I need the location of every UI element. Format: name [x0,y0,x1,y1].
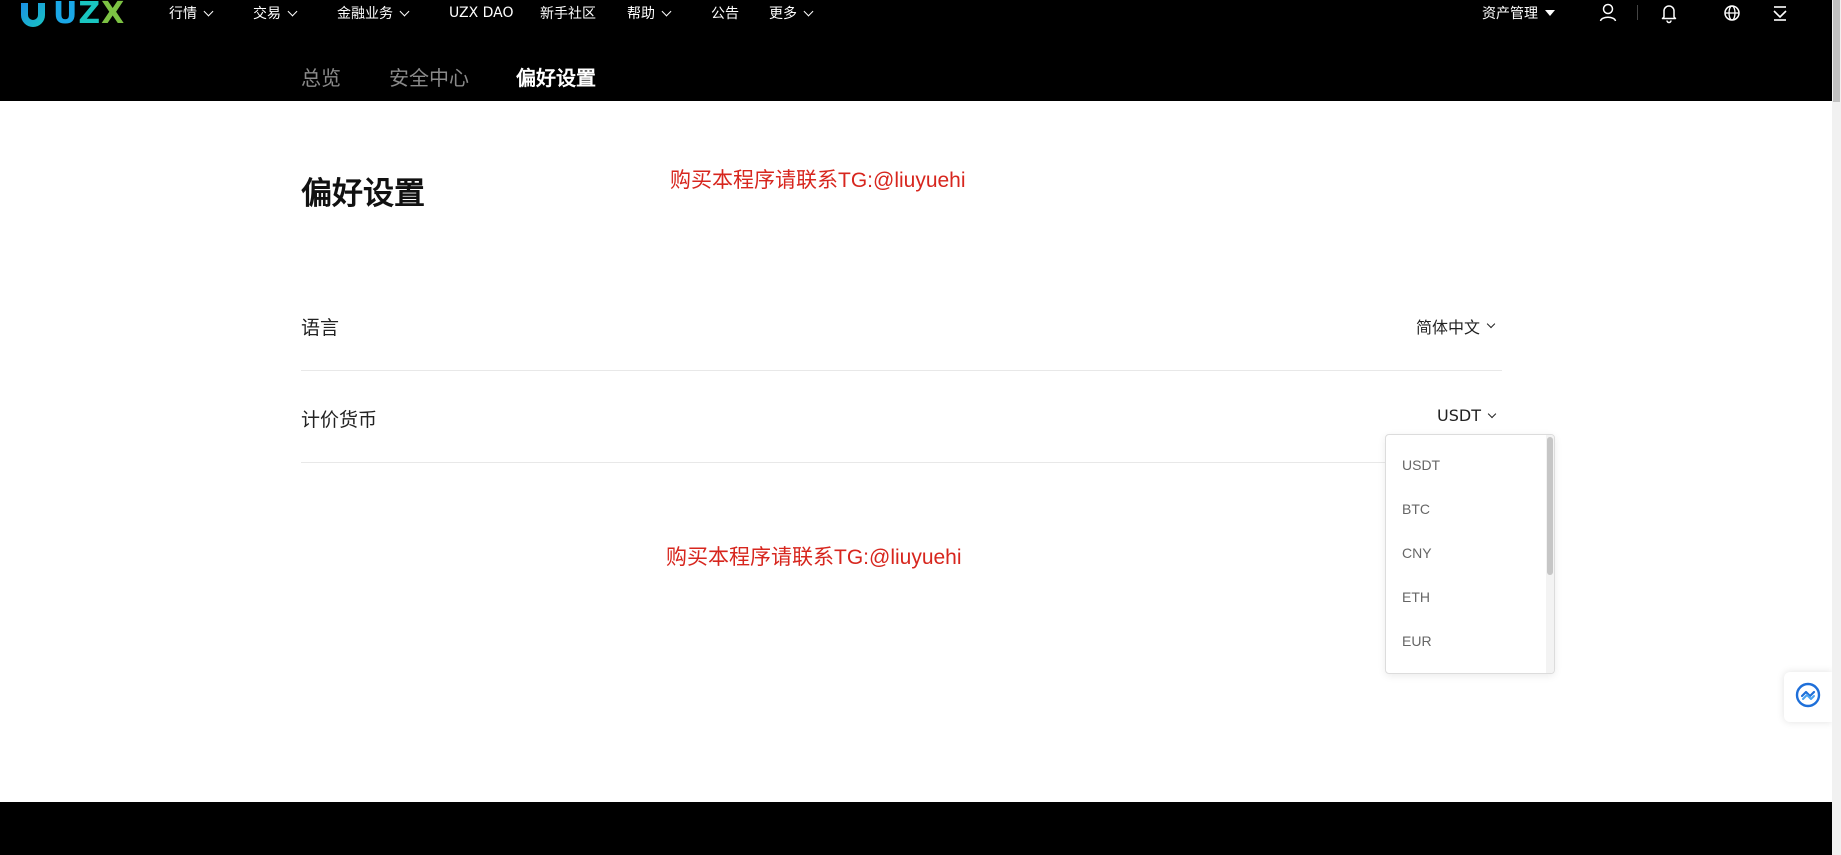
tab-security-center[interactable]: 安全中心 [389,62,469,91]
asset-management-label: 资产管理 [1482,6,1538,22]
tab-preferences[interactable]: 偏好设置 [516,62,596,91]
currency-select-value: USDT [1437,406,1481,425]
chevron-down-icon [287,6,298,16]
page-footer [0,802,1841,855]
nav-uzx-dao-label: UZX DAO [449,5,514,21]
page-scrollbar-thumb[interactable] [1833,0,1840,102]
uzx-logo-text: UZX [53,0,126,31]
uzx-logo-mark [18,0,48,29]
nav-trade-label: 交易 [253,6,281,22]
chevron-down-icon [203,6,214,16]
currency-option[interactable]: USDT [1402,457,1440,473]
nav-announcement-label: 公告 [711,6,739,22]
nav-community[interactable]: 新手社区 [540,0,596,26]
tab-overview[interactable]: 总览 [301,62,341,91]
chevron-down-icon [1486,319,1496,329]
nav-community-label: 新手社区 [540,6,596,22]
download-icon[interactable] [1770,2,1790,24]
watermark-text-mid: 购买本程序请联系TG:@liuyuehi [666,546,962,569]
support-button[interactable] [1784,672,1832,722]
nav-uzx-dao[interactable]: UZX DAO [449,0,514,26]
nav-more-label: 更多 [769,6,797,22]
asset-management-menu[interactable]: 资产管理 [1482,0,1555,26]
nav-help[interactable]: 帮助 [627,0,672,26]
currency-option[interactable]: BTC [1402,501,1430,517]
nav-finance-label: 金融业务 [337,6,393,22]
top-header: UZX 行情 交易 金融业务 UZX DAO 新手社区 帮助 公告 更多 资产管… [0,0,1832,101]
caret-down-icon [1545,10,1555,16]
settings-divider [301,370,1502,371]
watermark-text-top: 购买本程序请联系TG:@liuyuehi [670,169,966,192]
nav-help-label: 帮助 [627,6,655,22]
nav-market-label: 行情 [169,6,197,22]
dropdown-scrollbar-thumb[interactable] [1547,437,1553,575]
nav-market[interactable]: 行情 [169,0,214,26]
header-divider [1637,5,1638,20]
bell-icon[interactable] [1659,2,1679,24]
support-icon [1795,682,1821,712]
chevron-down-icon [803,6,814,16]
currency-dropdown: USDT BTC CNY ETH EUR [1385,434,1555,674]
currency-option[interactable]: CNY [1402,545,1432,561]
chevron-down-icon [399,6,410,16]
currency-label: 计价货币 [301,409,378,431]
uzx-logo[interactable]: UZX [18,0,125,32]
chevron-down-icon [1487,409,1497,418]
currency-option[interactable]: ETH [1402,589,1430,605]
globe-icon[interactable] [1722,2,1742,24]
language-select[interactable]: 简体中文 [1416,314,1496,338]
chevron-down-icon [661,6,672,16]
dropdown-scrollbar[interactable] [1546,435,1554,673]
language-label: 语言 [301,317,340,339]
page-title: 偏好设置 [301,176,425,212]
user-icon[interactable] [1598,2,1618,24]
page-scrollbar[interactable] [1832,0,1841,855]
currency-select[interactable]: USDT [1437,406,1497,425]
nav-finance[interactable]: 金融业务 [337,0,410,26]
nav-trade[interactable]: 交易 [253,0,298,26]
nav-announcement[interactable]: 公告 [711,0,739,26]
currency-option[interactable]: EUR [1402,633,1432,649]
settings-divider [301,462,1502,463]
language-select-value: 简体中文 [1416,318,1481,337]
nav-more[interactable]: 更多 [769,0,814,26]
